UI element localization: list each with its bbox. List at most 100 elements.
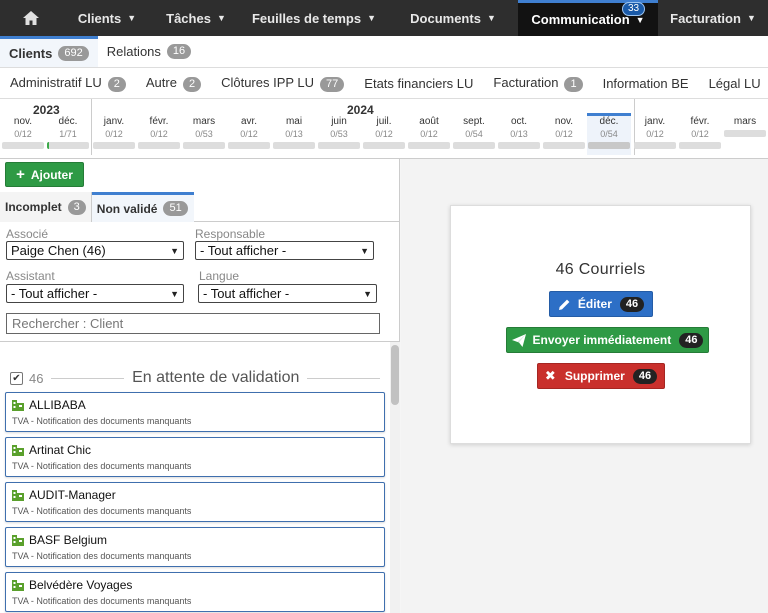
list-item[interactable]: AUDIT-Manager TVA - Notification des doc… [5,482,385,522]
month-nov-2024[interactable]: nov. 0/12 [542,116,586,149]
month-jul-2024[interactable]: juil. 0/12 [362,116,406,149]
add-button-label: Ajouter [30,167,73,182]
plus-icon: + [16,166,25,183]
send-count: 46 [679,332,704,348]
month-name: nov. [554,116,574,127]
month-name: déc. [58,116,78,127]
nav-communication[interactable]: Communication ▼ 33 [518,0,658,36]
send-now-button[interactable]: Envoyer immédiatement 46 [506,327,709,353]
month-fraction: 0/12 [375,129,393,139]
tab-count: 77 [320,76,345,92]
month-may-2024[interactable]: mai 0/13 [272,116,316,149]
tab-etats-financiers-lu[interactable]: Etats financiers LU [354,76,483,91]
month-bar [138,142,180,149]
month-nov-2023[interactable]: nov. 0/12 [1,116,45,149]
month-apr-2024[interactable]: avr. 0/12 [227,116,271,149]
tab-relations[interactable]: Relations 16 [98,36,200,67]
close-icon: ✖ [544,368,556,383]
nav-feuilles-de-temps[interactable]: Feuilles de temps ▼ [240,0,388,36]
tab-non-valide[interactable]: Non validé 51 [91,192,194,222]
associe-select[interactable]: Paige Chen (46) ▼ [6,241,184,260]
list-item[interactable]: Artinat Chic TVA - Notification des docu… [5,437,385,477]
month-bar [228,142,270,149]
client-name: Artinat Chic [29,443,92,457]
tab-legal-lu[interactable]: Légal LU [699,76,768,91]
month-name: févr. [149,116,169,127]
tab-label: Administratif LU [10,74,102,90]
search-input[interactable]: Rechercher : Client [6,313,380,334]
scrollbar-thumb[interactable] [391,345,399,405]
nav-clients[interactable]: Clients ▼ [62,0,152,36]
month-dec-2023[interactable]: déc. 1/71 [46,116,90,149]
langue-select[interactable]: - Tout afficher - ▼ [198,284,377,303]
langue-label: Langue [199,269,240,283]
group-checkbox[interactable]: ✔ [10,371,23,385]
month-mar-2024[interactable]: mars 0/53 [182,116,226,149]
list-item[interactable]: ALLIBABA TVA - Notification des document… [5,392,385,432]
month-fraction: 0/12 [420,129,438,139]
month-jan-2024[interactable]: janv. 0/12 [92,116,136,149]
langue-value: - Tout afficher - [203,286,290,301]
chevron-down-icon: ▼ [360,245,369,256]
month-mar-2025[interactable]: mars [723,116,767,137]
tab-clotures-ipp-lu[interactable]: Clôtures IPP LU 77 [211,75,354,92]
month-name: mars [733,116,757,127]
home-icon [23,11,39,25]
nav-clients-label: Clients [77,10,122,26]
list-item[interactable]: BASF Belgium TVA - Notification des docu… [5,527,385,567]
edit-button[interactable]: Éditer 46 [549,291,653,317]
tab-label: Clôtures IPP LU [221,74,315,90]
nav-communication-label: Communication [531,12,630,27]
client-name: AUDIT-Manager [29,488,116,502]
month-sep-2024[interactable]: sept. 0/54 [452,116,496,149]
month-name: févr. [690,116,710,127]
month-jun-2024[interactable]: juin 0/53 [317,116,361,149]
status-tabs: Incomplet 3 Non validé 51 [0,192,400,222]
delete-count: 46 [632,368,658,384]
nav-taches[interactable]: Tâches ▼ [152,0,240,36]
tab-facturation[interactable]: Facturation 1 [483,75,592,92]
email-actions-card: 46 Courriels Éditer 46 Envoyer immédiate… [450,205,751,444]
month-jan-2025[interactable]: janv. 0/12 [633,116,677,149]
month-fraction: 0/12 [105,129,123,139]
delete-button[interactable]: ✖ Supprimer 46 [537,363,665,389]
month-bar [679,142,721,149]
list-scrollbar[interactable] [390,342,400,613]
tab-incomplet[interactable]: Incomplet 3 [0,192,92,222]
tab-count: 1 [564,76,583,92]
responsable-label: Responsable [195,227,266,241]
tab-administratif-lu[interactable]: Administratif LU 2 [0,75,136,92]
responsable-select[interactable]: - Tout afficher - ▼ [195,241,374,260]
month-bar [47,142,89,149]
month-oct-2024[interactable]: oct. 0/13 [497,116,541,149]
nav-taches-label: Tâches [166,10,211,26]
month-bar [2,142,44,149]
tab-information-be[interactable]: Information BE [593,76,699,91]
month-aug-2024[interactable]: août 0/12 [407,116,451,149]
caret-down-icon: ▼ [746,13,756,23]
month-bar [93,142,135,149]
left-panel: + Ajouter Incomplet 3 Non validé 51 Associé… [0,159,400,613]
tab-label: Etats financiers LU [364,75,474,91]
tab-label: Non validé [96,201,158,216]
month-name: avr. [240,116,258,127]
add-button[interactable]: + Ajouter [5,162,84,187]
tab-autre[interactable]: Autre 2 [136,75,211,92]
chevron-down-icon: ▼ [170,288,179,299]
month-name: nov. [13,116,33,127]
nav-documents[interactable]: Documents ▼ [388,0,518,36]
month-fraction: 1/71 [59,129,77,139]
month-dec-2024[interactable]: déc. 0/54 [587,113,631,155]
home-button[interactable] [0,0,62,36]
group-count: 46 [29,370,44,386]
nav-facturation[interactable]: Facturation ▼ [658,0,768,36]
month-name: janv. [103,116,125,127]
month-bar [724,130,766,137]
month-feb-2025[interactable]: févr. 0/12 [678,116,722,149]
list-item[interactable]: Belvédère Voyages TVA - Notification des… [5,572,385,612]
tab-count: 2 [182,76,202,92]
month-feb-2024[interactable]: févr. 0/12 [137,116,181,149]
tab-clients[interactable]: Clients 692 [0,36,98,67]
assistant-select[interactable]: - Tout afficher - ▼ [6,284,184,303]
building-icon [12,400,24,411]
